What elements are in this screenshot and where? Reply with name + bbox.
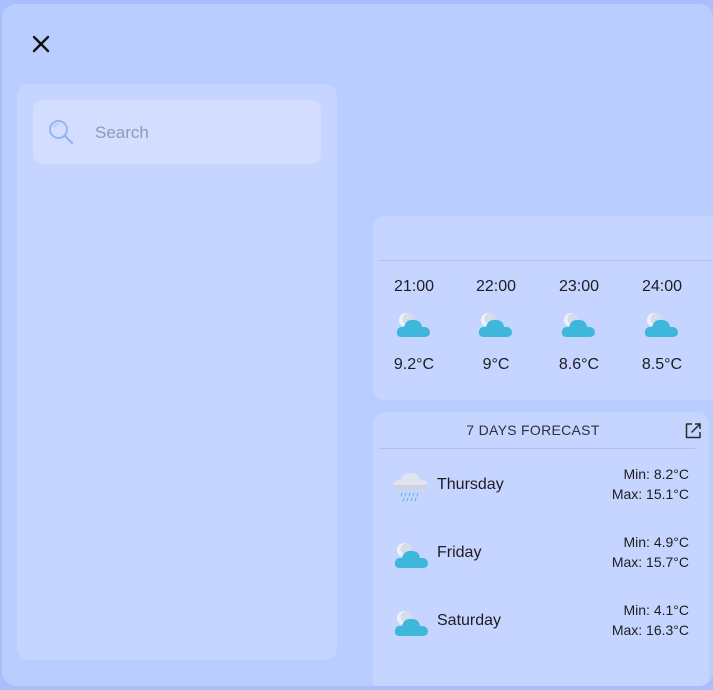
cloud-moon-icon: [393, 604, 429, 640]
forecast-day-temps: Min: 4.9°C Max: 15.7°C: [612, 532, 689, 572]
forecast-day-min: Min: 4.9°C: [623, 534, 689, 550]
close-icon: [32, 35, 50, 53]
forecast-day-max: Max: 15.7°C: [611, 554, 689, 570]
forecast-title: 7 DAYS FORECAST: [466, 422, 600, 438]
forecast-day-min: Min: 8.2°C: [623, 466, 689, 482]
forecast-header: 7 DAYS FORECAST: [373, 412, 709, 448]
hourly-time: 24:00: [641, 278, 683, 295]
forecast-day-name: Saturday: [437, 612, 502, 629]
forecast-divider: [379, 448, 695, 449]
forecast-day-max: Max: 16.3°C: [611, 622, 689, 638]
hourly-temp: 8.5°C: [641, 356, 683, 373]
cloud-moon-icon: [476, 310, 516, 340]
hourly-temp: 9.2°C: [393, 356, 435, 373]
forecast-day-row: Thursday Min: 8.2°C Max: 15.1°C: [373, 456, 709, 516]
forecast-day-min: Min: 4.1°C: [623, 602, 689, 618]
hourly-item: 23:00 8.6°C: [544, 276, 614, 376]
hourly-item: 21:00 9.2°C: [379, 276, 449, 376]
hourly-temp: 9°C: [482, 356, 510, 373]
forecast-day-temps: Min: 8.2°C Max: 15.1°C: [612, 464, 689, 504]
close-button[interactable]: [27, 30, 55, 58]
hourly-time: 22:00: [475, 278, 517, 295]
forecast-day-name: Friday: [437, 544, 482, 561]
cloud-moon-icon: [559, 310, 599, 340]
external-link-button[interactable]: [683, 421, 703, 441]
cloud-moon-icon: [393, 536, 429, 572]
hourly-item: 22:00 9°C: [461, 276, 531, 376]
forecast-day-name: Thursday: [437, 476, 504, 493]
hourly-time: 23:00: [558, 278, 600, 295]
forecast-day-row: Friday Min: 4.9°C Max: 15.7°C: [373, 524, 709, 584]
hourly-item: 24:00 8.5°C: [627, 276, 697, 376]
external-link-icon: [685, 423, 701, 439]
forecast-day-row: Saturday Min: 4.1°C Max: 16.3°C: [373, 592, 709, 652]
cloud-moon-icon: [642, 310, 682, 340]
hourly-temp: 8.6°C: [558, 356, 600, 373]
seven-day-forecast-panel: 7 DAYS FORECAST Thursday Min: 8.2°C Max:…: [373, 412, 709, 686]
hourly-forecast-panel: 21:00 9.2°C 22:00 9°C 23:00 8.6°C 24:00 …: [373, 216, 713, 400]
hourly-divider: [379, 260, 713, 261]
search-box[interactable]: [33, 100, 321, 164]
hourly-time: 21:00: [393, 278, 435, 295]
search-icon: [49, 120, 74, 145]
search-panel: [17, 84, 337, 660]
forecast-day-max: Max: 15.1°C: [611, 486, 689, 502]
rain-cloud-icon: [393, 468, 429, 504]
search-input[interactable]: [93, 114, 307, 152]
weather-app: 21:00 9.2°C 22:00 9°C 23: [2, 4, 713, 686]
forecast-day-temps: Min: 4.1°C Max: 16.3°C: [612, 600, 689, 640]
cloud-moon-icon: [394, 310, 434, 340]
